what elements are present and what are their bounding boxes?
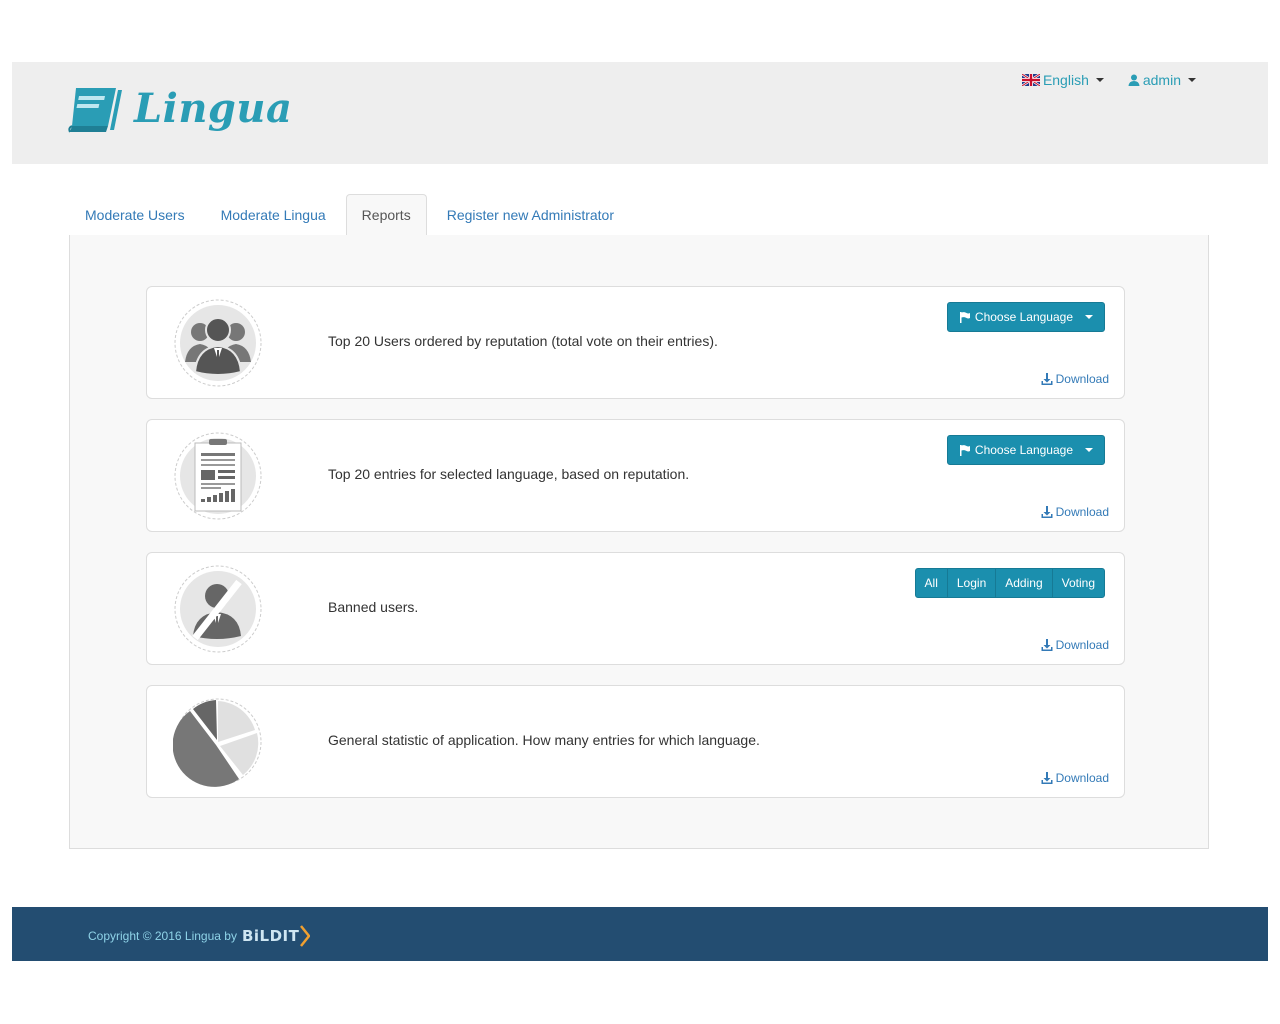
report-card-top-entries: Top 20 entries for selected language, ba…: [146, 419, 1125, 532]
user-menu-label: admin: [1142, 72, 1181, 88]
chevron-right-icon: [300, 925, 311, 947]
footer: Copyright © 2016 Lingua by BiLDIT: [12, 907, 1268, 961]
download-icon: [1041, 639, 1053, 651]
flag-icon: [959, 312, 970, 323]
footer-copyright: Copyright © 2016 Lingua by BiLDIT: [88, 925, 311, 947]
choose-language-label: Choose Language: [974, 443, 1073, 457]
download-icon: [1041, 772, 1053, 784]
report-description: Top 20 Users ordered by reputation (tota…: [328, 333, 718, 349]
download-icon: [1041, 373, 1053, 385]
chevron-down-icon: [1085, 448, 1093, 452]
filter-voting-button[interactable]: Voting: [1051, 568, 1105, 598]
download-label: Download: [1055, 638, 1109, 652]
filter-login-button[interactable]: Login: [946, 568, 997, 598]
uk-flag-icon: [1021, 74, 1040, 86]
chevron-down-icon: [1188, 78, 1196, 82]
choose-language-button[interactable]: Choose Language: [946, 302, 1105, 332]
filter-all-button[interactable]: All: [914, 568, 948, 598]
download-icon: [1041, 506, 1053, 518]
tab-reports[interactable]: Reports: [345, 194, 427, 237]
filter-adding-button[interactable]: Adding: [995, 568, 1053, 598]
download-link[interactable]: Download: [1041, 505, 1109, 519]
report-description: Banned users.: [328, 599, 419, 615]
header: Lingua English admin: [12, 62, 1268, 164]
report-description: Top 20 entries for selected language, ba…: [328, 466, 690, 482]
bildit-logo[interactable]: BiLDIT: [241, 925, 311, 947]
chevron-down-icon: [1095, 78, 1104, 82]
bildit-logo-text: BiLDIT: [241, 927, 300, 945]
download-link[interactable]: Download: [1041, 771, 1109, 785]
book-icon: [68, 88, 122, 133]
reports-panel: Top 20 Users ordered by reputation (tota…: [69, 235, 1209, 849]
brand-name: Lingua: [134, 84, 293, 132]
copyright-text: Copyright © 2016 Lingua by: [88, 929, 237, 943]
download-label: Download: [1055, 505, 1109, 519]
report-card-general-statistic: General statistic of application. How ma…: [146, 685, 1125, 798]
language-menu[interactable]: English: [1021, 72, 1104, 88]
admin-tabs: Moderate Users Moderate Lingua Reports R…: [69, 194, 1209, 237]
download-link[interactable]: Download: [1041, 638, 1109, 652]
report-document-icon: [174, 432, 262, 520]
tab-moderate-lingua[interactable]: Moderate Lingua: [205, 194, 342, 236]
ban-filter-group: All Login Adding Voting: [914, 568, 1105, 598]
tab-register-admin[interactable]: Register new Administrator: [431, 194, 630, 236]
download-link[interactable]: Download: [1041, 372, 1109, 386]
top-menu: English admin: [1021, 72, 1196, 88]
brand-logo[interactable]: Lingua: [68, 82, 292, 134]
banned-user-icon: [174, 565, 262, 653]
download-label: Download: [1055, 372, 1109, 386]
report-description: General statistic of application. How ma…: [328, 732, 760, 748]
language-menu-label: English: [1042, 72, 1089, 88]
report-card-top-users: Top 20 Users ordered by reputation (tota…: [146, 286, 1125, 399]
pie-chart-icon: [173, 698, 262, 787]
chevron-down-icon: [1085, 315, 1093, 319]
flag-icon: [959, 445, 970, 456]
download-label: Download: [1055, 771, 1109, 785]
tab-moderate-users[interactable]: Moderate Users: [69, 194, 201, 236]
report-card-banned-users: Banned users. All Login Adding Voting Do…: [146, 552, 1125, 665]
user-menu[interactable]: admin: [1128, 72, 1196, 88]
choose-language-label: Choose Language: [974, 310, 1073, 324]
users-group-icon: [174, 299, 262, 387]
choose-language-button[interactable]: Choose Language: [946, 435, 1105, 465]
user-icon: [1128, 74, 1140, 86]
